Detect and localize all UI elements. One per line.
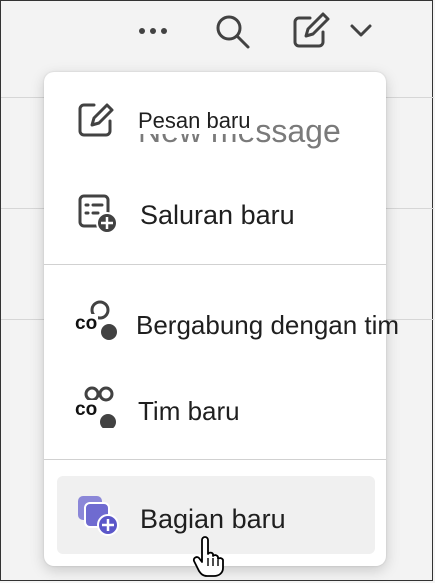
menu-item-label: Pesan baru bbox=[138, 108, 255, 134]
icon-overlay-text: co bbox=[74, 399, 99, 420]
compose-icon bbox=[76, 100, 116, 145]
menu-item-join-team[interactable]: co Bergabung dengan tim bbox=[44, 282, 399, 362]
menu-divider bbox=[44, 264, 386, 265]
more-horizontal-icon bbox=[139, 28, 167, 34]
search-button[interactable] bbox=[212, 12, 254, 52]
menu-item-label: Saluran baru bbox=[140, 200, 295, 230]
compose-icon bbox=[293, 12, 372, 48]
menu-item-new-channel[interactable]: Saluran baru bbox=[44, 174, 386, 254]
menu-item-new-team[interactable]: co Tim baru bbox=[44, 372, 386, 452]
more-options-button[interactable] bbox=[136, 18, 172, 44]
menu-item-label: Tim baru bbox=[138, 396, 240, 426]
menu-item-label: Bagian baru bbox=[140, 504, 286, 534]
menu-item-new-message[interactable]: New message Pesan baru bbox=[44, 84, 386, 164]
menu-item-label: Bergabung dengan tim bbox=[136, 310, 400, 340]
search-icon bbox=[216, 15, 250, 49]
new-section-icon bbox=[76, 494, 122, 543]
new-channel-icon bbox=[76, 192, 120, 241]
menu-divider bbox=[44, 459, 386, 460]
hand-pointer-icon bbox=[192, 536, 224, 578]
chevron-down-icon bbox=[350, 24, 372, 37]
icon-overlay-text: co bbox=[74, 313, 99, 334]
new-item-button[interactable] bbox=[290, 10, 380, 52]
new-item-menu: New message Pesan baru Saluran baru bbox=[44, 72, 399, 566]
